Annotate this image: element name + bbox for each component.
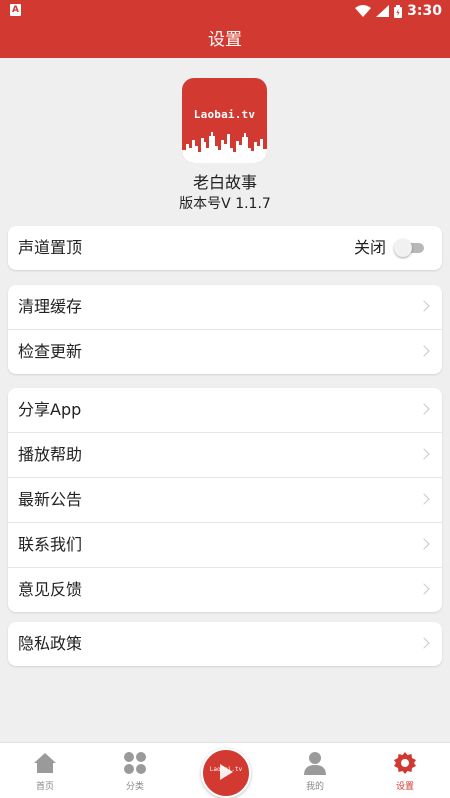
contact-us-row[interactable]: 联系我们: [8, 523, 442, 568]
privacy-policy-label: 隐私政策: [18, 634, 83, 653]
chevron-right-icon: [418, 538, 430, 550]
gear-icon: [394, 752, 416, 774]
wifi-icon: [355, 5, 372, 17]
check-update-label: 检查更新: [18, 342, 83, 361]
audio-top-toggle[interactable]: [394, 239, 424, 257]
play-help-label: 播放帮助: [18, 445, 83, 464]
center-play-button[interactable]: Laobai.tv: [201, 748, 251, 798]
status-bar: A 3:30: [0, 0, 450, 22]
chevron-right-icon: [418, 345, 430, 357]
chevron-right-icon: [418, 493, 430, 505]
tab-settings[interactable]: 设置: [365, 743, 445, 798]
status-time: 3:30: [407, 3, 442, 19]
audio-card: 声道置顶 关闭: [8, 226, 442, 270]
privacy-card: 隐私政策: [8, 622, 442, 666]
clear-cache-row[interactable]: 清理缓存: [8, 285, 442, 330]
toggle-knob: [394, 239, 412, 257]
chevron-right-icon: [418, 448, 430, 460]
app-version: 版本号V 1.1.7: [179, 196, 271, 212]
a-icon: A: [10, 4, 21, 16]
city-skyline-icon: [182, 132, 267, 163]
announcement-row[interactable]: 最新公告: [8, 478, 442, 523]
check-update-row[interactable]: 检查更新: [8, 330, 442, 374]
chevron-right-icon: [418, 637, 430, 649]
toggle-state-label: 关闭: [353, 238, 386, 257]
tab-category-label: 分类: [125, 782, 144, 792]
grid-icon: [124, 752, 146, 774]
app-logo: Laobai.tv: [182, 78, 267, 163]
share-app-row[interactable]: 分享App: [8, 388, 442, 433]
battery-icon: [394, 4, 403, 18]
page-title: 设置: [208, 30, 242, 50]
title-bar: 设置: [0, 22, 450, 58]
audio-top-row[interactable]: 声道置顶 关闭: [8, 226, 442, 270]
status-icons: 3:30: [355, 0, 442, 22]
share-app-label: 分享App: [18, 400, 82, 419]
user-icon: [304, 752, 326, 775]
tab-home-label: 首页: [35, 782, 54, 792]
more-card: 分享App 播放帮助 最新公告 联系我们 意见反馈: [8, 388, 442, 612]
privacy-policy-row[interactable]: 隐私政策: [8, 622, 442, 666]
chevron-right-icon: [418, 583, 430, 595]
audio-top-label: 声道置顶: [18, 238, 83, 257]
chevron-right-icon: [418, 403, 430, 415]
announcement-label: 最新公告: [18, 490, 83, 509]
chevron-right-icon: [418, 300, 430, 312]
app-name: 老白故事: [192, 173, 257, 192]
tab-settings-label: 设置: [395, 782, 414, 792]
tab-home[interactable]: 首页: [5, 743, 85, 798]
feedback-label: 意见反馈: [18, 580, 83, 599]
feedback-row[interactable]: 意见反馈: [8, 568, 442, 612]
tab-mine-label: 我的: [305, 782, 324, 792]
signal-icon: [376, 5, 390, 17]
contact-us-label: 联系我们: [18, 535, 83, 554]
tab-category[interactable]: 分类: [95, 743, 175, 798]
home-icon: [34, 753, 56, 773]
clear-cache-label: 清理缓存: [18, 297, 83, 316]
tab-mine[interactable]: 我的: [275, 743, 355, 798]
play-help-row[interactable]: 播放帮助: [8, 433, 442, 478]
center-logo-text: Laobai.tv: [209, 766, 243, 773]
cache-card: 清理缓存 检查更新: [8, 285, 442, 374]
